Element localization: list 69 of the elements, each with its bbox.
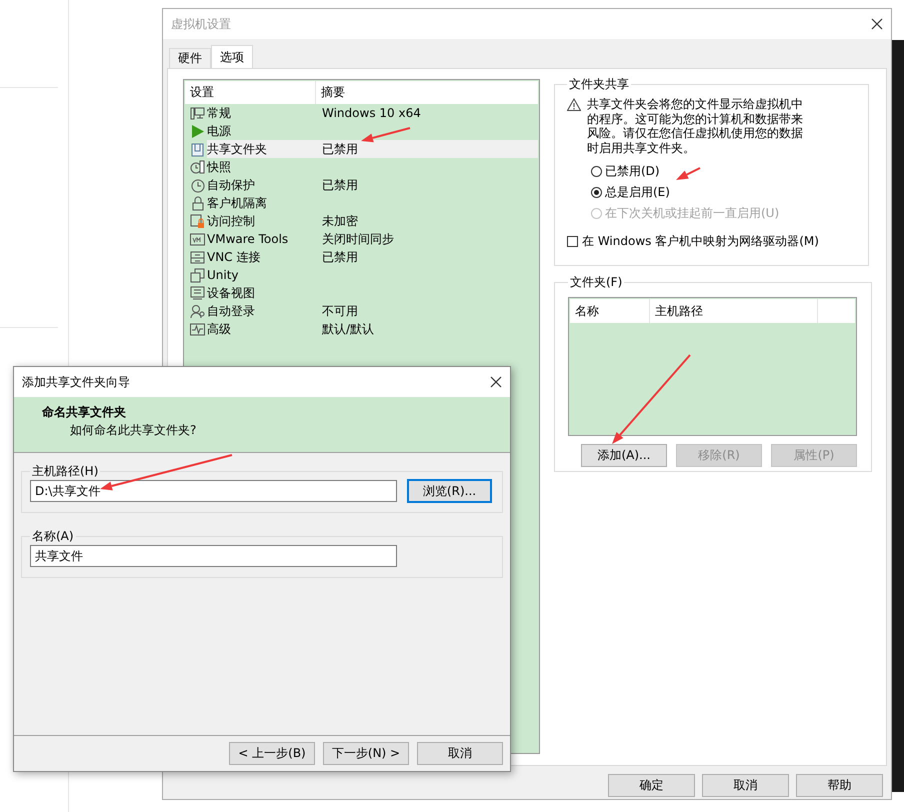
wizard-subheading: 如何命名此共享文件夹? [69, 422, 198, 439]
setting-name[interactable]: 访问控制 [207, 212, 316, 230]
button[interactable]: 帮助 [796, 774, 883, 797]
tab[interactable]: 硬件 [169, 48, 211, 68]
radio-button[interactable] [591, 166, 602, 177]
setting-name[interactable]: 高级 [207, 320, 316, 338]
network-icon [190, 250, 205, 264]
lock-icon [190, 214, 205, 228]
setting-name[interactable]: 常规 [207, 104, 316, 122]
setting-summary: 未加密 [321, 212, 359, 230]
setting-name[interactable]: Unity [207, 266, 316, 284]
wizard-heading: 命名共享文件夹 [42, 404, 127, 421]
setting-name[interactable]: 共享文件夹 [207, 140, 316, 158]
tab[interactable]: 选项 [211, 45, 253, 68]
clock-icon [190, 178, 205, 192]
window-title: 添加共享文件夹向导 [22, 374, 130, 390]
button[interactable]: 确定 [608, 774, 695, 797]
lock-icon [190, 196, 205, 210]
radio-label[interactable]: 总是启用(E) [605, 184, 670, 201]
setting-summary: 已禁用 [321, 176, 359, 194]
button[interactable]: 添加(A)... [581, 444, 667, 467]
annotation-arrow [361, 127, 410, 142]
setting-summary: 已禁用 [321, 248, 359, 266]
annotation-arrow [676, 167, 700, 180]
checkbox-label[interactable]: 在 Windows 客户机中映射为网络驱动器(M) [582, 233, 819, 250]
checkbox[interactable] [567, 236, 578, 247]
group-title: 名称(A) [31, 528, 75, 545]
button[interactable]: 取消 [702, 774, 789, 797]
monitor-icon [190, 106, 205, 120]
group-title: 主机路径(H) [31, 463, 100, 480]
group-title: 文件夹共享 [568, 76, 630, 93]
column-header: 摘要 [320, 84, 346, 101]
close-icon[interactable] [490, 376, 502, 388]
vm-icon [190, 232, 205, 246]
setting-name[interactable]: 快照 [207, 158, 316, 176]
setting-name[interactable]: 设备视图 [207, 284, 316, 302]
play-icon [190, 124, 205, 138]
browse-button[interactable]: 浏览(R)... [407, 479, 492, 503]
setting-summary: 关闭时间同步 [321, 230, 395, 248]
chart-icon [190, 322, 205, 336]
radio-button[interactable] [591, 187, 602, 198]
setting-name[interactable]: 自动保护 [207, 176, 316, 194]
column-header: 名称 [570, 299, 650, 323]
group-title: 文件夹(F) [569, 274, 624, 291]
window-title: 虚拟机设置 [171, 16, 231, 32]
setting-name[interactable]: 电源 [207, 122, 316, 140]
column-header: 主机路径 [650, 299, 818, 323]
warning-icon [567, 98, 581, 111]
setting-summary: 不可用 [321, 302, 359, 320]
setting-summary: 已禁用 [316, 140, 538, 158]
column-header: 设置 [185, 81, 316, 104]
warning-text: 共享文件夹会将您的文件显示给虚拟机中的程序。这可能为您的计算机和数据带来风险。请仅在您信任虚拟机使用您的数据时启用共享文件夹。 [587, 97, 804, 155]
setting-name[interactable]: VMware Tools [207, 230, 316, 248]
input-field[interactable]: D:\共享文件 [30, 480, 397, 502]
setting-name[interactable]: VNC 连接 [207, 248, 316, 266]
setting-summary: 默认/默认 [321, 320, 376, 338]
button[interactable]: 取消 [417, 742, 503, 765]
folder-icon [190, 142, 205, 156]
device-icon [190, 286, 205, 300]
setting-name[interactable]: 自动登录 [207, 302, 316, 320]
window-icon [190, 268, 205, 282]
setting-name[interactable]: 客户机隔离 [207, 194, 316, 212]
close-icon[interactable] [871, 18, 883, 30]
button[interactable]: 下一步(N) > [323, 742, 409, 765]
setting-summary: Windows 10 x64 [321, 105, 422, 122]
input-field[interactable]: 共享文件 [30, 545, 397, 567]
button[interactable]: < 上一步(B) [229, 742, 315, 765]
radio-label[interactable]: 已禁用(D) [605, 163, 660, 180]
user-icon [190, 304, 205, 318]
